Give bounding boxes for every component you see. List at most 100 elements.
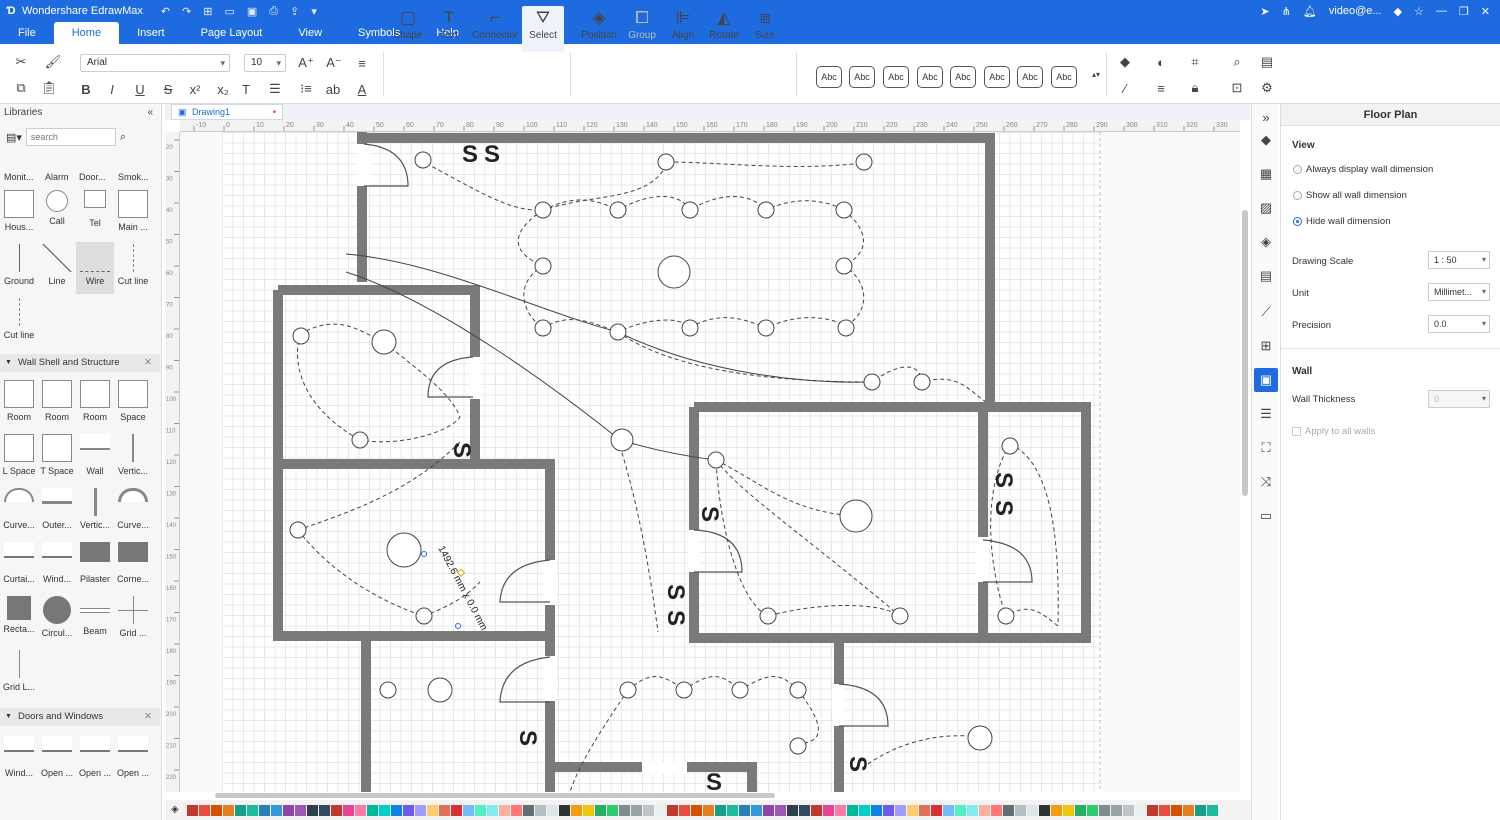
radio-always-display[interactable]: Always display wall dimension bbox=[1293, 164, 1433, 175]
select-button[interactable]: ⛛ Select bbox=[522, 6, 564, 52]
shape-button[interactable]: ▢ Shape bbox=[387, 6, 429, 41]
color-swatch[interactable] bbox=[667, 804, 678, 816]
style-swatch[interactable]: Abc bbox=[917, 66, 943, 88]
color-swatch[interactable] bbox=[595, 804, 606, 816]
bold-icon[interactable]: B bbox=[78, 80, 94, 98]
shuffle-icon[interactable]: ⤨ bbox=[1254, 470, 1278, 494]
shape-outer-wall[interactable]: Outer... bbox=[38, 486, 76, 538]
open-icon[interactable]: ▭ bbox=[225, 5, 235, 18]
line-color-icon[interactable]: ∕ bbox=[1114, 80, 1136, 96]
shape-opening[interactable]: Open ... bbox=[114, 734, 152, 786]
shape-room[interactable]: Room bbox=[76, 378, 114, 430]
style-swatch[interactable]: Abc bbox=[816, 66, 842, 88]
color-swatch[interactable] bbox=[763, 804, 774, 816]
style-swatch[interactable]: Abc bbox=[984, 66, 1010, 88]
color-swatch[interactable] bbox=[523, 804, 534, 816]
connector-button[interactable]: ⌐ Connector bbox=[472, 6, 518, 41]
shape-tel[interactable]: Tel bbox=[76, 188, 114, 240]
close-section-icon[interactable]: ✕ bbox=[144, 708, 152, 726]
color-swatch[interactable] bbox=[283, 804, 294, 816]
color-swatch[interactable] bbox=[1039, 804, 1050, 816]
color-swatch[interactable] bbox=[415, 804, 426, 816]
style-swatch[interactable]: Abc bbox=[950, 66, 976, 88]
color-swatch[interactable] bbox=[451, 804, 462, 816]
color-swatch[interactable] bbox=[547, 804, 558, 816]
color-swatch[interactable] bbox=[751, 804, 762, 816]
replace-icon[interactable]: ▤ bbox=[1258, 54, 1276, 70]
fill-icon[interactable]: ◆ bbox=[1114, 54, 1136, 70]
color-swatch[interactable] bbox=[811, 804, 822, 816]
fill-bucket-icon[interactable]: ◈ bbox=[171, 804, 182, 815]
color-swatch[interactable] bbox=[535, 804, 546, 816]
italic-icon[interactable]: I bbox=[104, 80, 120, 98]
shape-rectangle-column[interactable]: Recta... bbox=[0, 594, 38, 646]
user-account[interactable]: video@e... bbox=[1329, 5, 1382, 17]
minimize-icon[interactable]: — bbox=[1436, 5, 1447, 17]
shape-smoke[interactable]: Smok... bbox=[114, 152, 152, 184]
shape-curtain-wall[interactable]: Curtai... bbox=[0, 540, 38, 592]
section-doors-windows[interactable]: Doors and Windows✕ bbox=[0, 708, 160, 726]
color-swatch[interactable] bbox=[211, 804, 222, 816]
shape-vertical-outer-wall[interactable]: Vertic... bbox=[76, 486, 114, 538]
color-swatch[interactable] bbox=[1171, 804, 1182, 816]
shape-alarm[interactable]: Alarm bbox=[38, 152, 76, 184]
more-icon[interactable]: ⚙ bbox=[1258, 80, 1276, 96]
align-button[interactable]: ⊫ Align bbox=[662, 6, 704, 41]
shape-pilaster[interactable]: Pilaster bbox=[76, 540, 114, 592]
shape-wall[interactable]: Wall bbox=[76, 432, 114, 484]
color-swatch[interactable] bbox=[379, 804, 390, 816]
bell-icon[interactable]: 🔔︎ bbox=[1303, 5, 1317, 18]
color-swatch[interactable] bbox=[1087, 804, 1098, 816]
export-icon[interactable]: ⇪ bbox=[290, 5, 299, 18]
shape-corner[interactable]: Corne... bbox=[114, 540, 152, 592]
send-icon[interactable]: ➤ bbox=[1260, 5, 1269, 18]
color-swatch[interactable] bbox=[703, 804, 714, 816]
color-swatch[interactable] bbox=[1135, 804, 1146, 816]
color-swatch[interactable] bbox=[1099, 804, 1110, 816]
color-swatch[interactable] bbox=[799, 804, 810, 816]
vertical-scrollbar[interactable] bbox=[1242, 210, 1248, 496]
align-text-icon[interactable]: ≡ bbox=[352, 54, 372, 72]
shape-monitor[interactable]: Monit... bbox=[0, 152, 38, 184]
color-swatch[interactable] bbox=[943, 804, 954, 816]
color-swatch[interactable] bbox=[847, 804, 858, 816]
color-swatch[interactable] bbox=[883, 804, 894, 816]
style-swatch[interactable]: Abc bbox=[1017, 66, 1043, 88]
color-swatch[interactable] bbox=[715, 804, 726, 816]
shape-window[interactable]: Wind... bbox=[0, 734, 38, 786]
color-swatch[interactable] bbox=[1003, 804, 1014, 816]
color-swatch[interactable] bbox=[979, 804, 990, 816]
tab-view[interactable]: View bbox=[280, 22, 340, 44]
format-icon[interactable]: ☰ bbox=[1254, 402, 1278, 426]
floor-plan-icon[interactable]: ▣ bbox=[1254, 368, 1278, 392]
color-swatch[interactable] bbox=[391, 804, 402, 816]
shape-ground[interactable]: Ground bbox=[0, 242, 38, 294]
close-icon[interactable]: ✕ bbox=[1481, 5, 1490, 18]
color-swatch[interactable] bbox=[1207, 804, 1218, 816]
shape-room[interactable]: Room bbox=[38, 378, 76, 430]
color-swatch[interactable] bbox=[955, 804, 966, 816]
color-swatch[interactable] bbox=[691, 804, 702, 816]
shape-call[interactable]: Call bbox=[38, 188, 76, 240]
restore-icon[interactable]: ❐ bbox=[1459, 5, 1469, 18]
search-icon[interactable]: ⌕ bbox=[120, 131, 126, 144]
drawing-canvas[interactable]: S S S S S S S S S S S 1492.6 mm x 0.0 mm bbox=[180, 132, 1240, 792]
shape-curved-wall[interactable]: Curve... bbox=[0, 486, 38, 538]
rotate-button[interactable]: ◭ Rotate bbox=[703, 6, 745, 41]
color-swatch[interactable] bbox=[643, 804, 654, 816]
save-icon[interactable]: ▣ bbox=[247, 5, 257, 18]
color-swatch[interactable] bbox=[559, 804, 570, 816]
text-button[interactable]: T Text bbox=[428, 6, 470, 41]
color-swatch[interactable] bbox=[223, 804, 234, 816]
undo-icon[interactable]: ↶ bbox=[161, 5, 170, 18]
color-swatch[interactable] bbox=[871, 804, 882, 816]
color-swatch[interactable] bbox=[463, 804, 474, 816]
shape-wire[interactable]: Wire bbox=[76, 242, 114, 294]
color-swatch[interactable] bbox=[1075, 804, 1086, 816]
color-swatch[interactable] bbox=[823, 804, 834, 816]
color-swatch[interactable] bbox=[835, 804, 846, 816]
table-icon[interactable]: ⊞ bbox=[1254, 334, 1278, 358]
font-size-select[interactable]: 10 bbox=[244, 54, 286, 72]
shape-grid[interactable]: Grid ... bbox=[114, 594, 152, 646]
shape-house[interactable]: Hous... bbox=[0, 188, 38, 240]
